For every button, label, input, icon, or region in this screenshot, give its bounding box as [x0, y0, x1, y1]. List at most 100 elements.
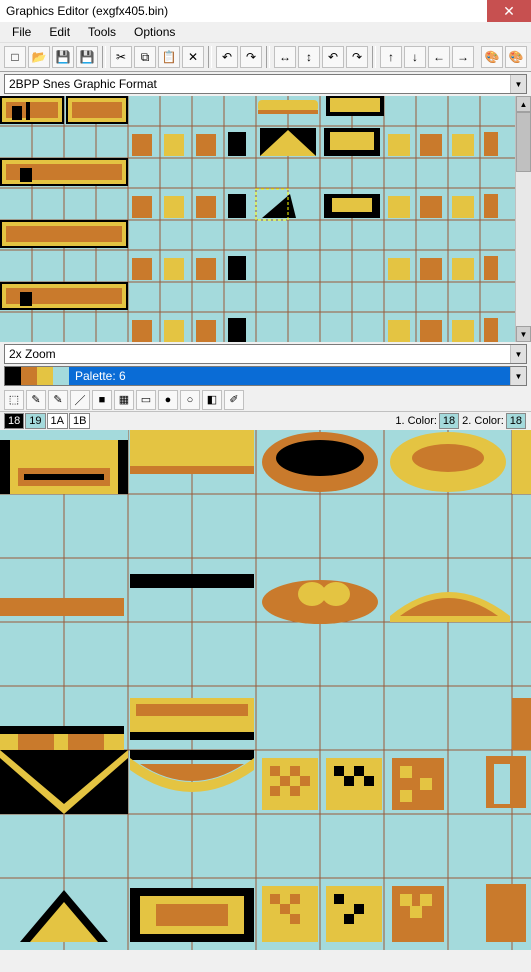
circle-tool[interactable]: ○ — [180, 390, 200, 410]
pencil-tool[interactable]: ✎ — [26, 390, 46, 410]
zoom-value: 2x Zoom — [9, 347, 510, 361]
menu-options[interactable]: Options — [126, 23, 183, 41]
save-icon: 💾 — [56, 50, 71, 64]
primary-color-value: 18 — [439, 413, 459, 429]
redo-icon: ↷ — [246, 50, 256, 64]
zoom-dropdown[interactable]: 2x Zoom ▼ — [4, 344, 527, 364]
palette-b-button[interactable]: 🎨 — [505, 46, 527, 68]
circle-icon: ○ — [187, 394, 194, 406]
arrow-down-icon: ↓ — [412, 50, 418, 64]
palette-label: Palette: 6 — [69, 367, 510, 385]
paste-icon: 📋 — [162, 50, 177, 64]
palette-swatch-0[interactable] — [5, 367, 21, 385]
overview-scrollbar[interactable]: ▲ ▼ — [515, 96, 531, 342]
new-icon: □ — [11, 50, 18, 64]
line-icon: ／ — [75, 392, 86, 408]
copy-icon: ⧉ — [141, 50, 150, 65]
color-index-19[interactable]: 19 — [25, 413, 45, 429]
scroll-thumb[interactable] — [516, 112, 531, 172]
cut-button[interactable]: ✂ — [110, 46, 132, 68]
open-button[interactable]: 📂 — [28, 46, 50, 68]
picker-icon: ✐ — [229, 393, 238, 406]
paste-button[interactable]: 📋 — [158, 46, 180, 68]
separator — [372, 46, 376, 68]
flip-h-button[interactable]: ↔ — [274, 46, 296, 68]
copy-button[interactable]: ⧉ — [134, 46, 156, 68]
chevron-down-icon: ▼ — [510, 345, 526, 363]
color-index-1b[interactable]: 1B — [69, 413, 90, 429]
circle-fill-tool[interactable]: ● — [158, 390, 178, 410]
palette-swatch-3[interactable] — [53, 367, 69, 385]
close-icon: ✕ — [503, 3, 515, 20]
rotate-left-button[interactable]: ↶ — [322, 46, 344, 68]
secondary-color-label: 2. Color: — [462, 415, 504, 427]
rotate-left-icon: ↶ — [328, 50, 338, 64]
rect-icon: ▭ — [141, 393, 151, 406]
scroll-up-icon[interactable]: ▲ — [516, 96, 531, 112]
tile-editor-canvas[interactable] — [0, 430, 531, 950]
menu-edit[interactable]: Edit — [41, 23, 78, 41]
secondary-color-value: 18 — [506, 413, 526, 429]
scroll-down-icon[interactable]: ▼ — [516, 326, 531, 342]
palette-swatch-2[interactable] — [37, 367, 53, 385]
new-button[interactable]: □ — [4, 46, 26, 68]
separator — [208, 46, 212, 68]
close-button[interactable]: ✕ — [487, 0, 531, 22]
eraser-icon: ◧ — [207, 393, 217, 406]
picker-tool[interactable]: ✐ — [224, 390, 244, 410]
palette-a-button[interactable]: 🎨 — [481, 46, 503, 68]
delete-button[interactable]: ✕ — [182, 46, 204, 68]
palette-swatch-1[interactable] — [21, 367, 37, 385]
chevron-down-icon: ▼ — [510, 75, 526, 93]
line-tool[interactable]: ／ — [70, 390, 90, 410]
color-info-readout: 1. Color: 18 2. Color: 18 — [395, 413, 527, 429]
tile-editor-area[interactable] — [0, 430, 531, 950]
circle-fill-icon: ● — [165, 394, 172, 406]
select-tool[interactable]: ⬚ — [4, 390, 24, 410]
menu-tools[interactable]: Tools — [80, 23, 124, 41]
window-title: Graphics Editor (exgfx405.bin) — [6, 4, 487, 18]
primary-color-label: 1. Color: — [395, 415, 437, 427]
menubar: File Edit Tools Options — [0, 22, 531, 42]
redo-button[interactable]: ↷ — [240, 46, 262, 68]
gradient-tool[interactable]: ▦ — [114, 390, 134, 410]
separator — [102, 46, 106, 68]
color-index-1a[interactable]: 1A — [47, 413, 68, 429]
palette-a-icon: 🎨 — [485, 50, 500, 64]
flip-h-icon: ↔ — [279, 50, 291, 64]
arrow-down-button[interactable]: ↓ — [404, 46, 426, 68]
graphic-format-dropdown[interactable]: 2BPP Snes Graphic Format ▼ — [4, 74, 527, 94]
gradient-icon: ▦ — [119, 393, 129, 406]
palette-b-icon: 🎨 — [509, 50, 524, 64]
flip-v-button[interactable]: ↕ — [298, 46, 320, 68]
arrow-up-icon: ↑ — [388, 50, 394, 64]
rect-fill-icon: ■ — [99, 394, 106, 406]
save-as-button[interactable]: 💾 — [76, 46, 98, 68]
menu-file[interactable]: File — [4, 23, 39, 41]
save-button[interactable]: 💾 — [52, 46, 74, 68]
pencil-tool-alt[interactable]: ✎ — [48, 390, 68, 410]
undo-button[interactable]: ↶ — [216, 46, 238, 68]
separator — [266, 46, 270, 68]
tile-overview-canvas[interactable] — [0, 96, 515, 342]
color-index-18[interactable]: 18 — [4, 413, 24, 429]
palette-selector[interactable]: Palette: 6 ▼ — [4, 366, 527, 386]
eraser-tool[interactable]: ◧ — [202, 390, 222, 410]
main-toolbar: □ 📂 💾 💾 ✂ ⧉ 📋 ✕ ↶ ↷ ↔ ↕ ↶ ↷ ↑ ↓ ← → 🎨 🎨 — [0, 42, 531, 72]
rotate-right-icon: ↷ — [352, 50, 362, 64]
color-info-bar: 18 19 1A 1B 1. Color: 18 2. Color: 18 — [0, 412, 531, 430]
arrow-right-icon: → — [457, 50, 469, 64]
pencil-icon: ✎ — [31, 393, 40, 406]
pencil-icon: ✎ — [53, 393, 62, 406]
tile-overview-area[interactable]: ▲ ▼ — [0, 96, 531, 342]
arrow-up-button[interactable]: ↑ — [380, 46, 402, 68]
arrow-right-button[interactable]: → — [452, 46, 474, 68]
undo-icon: ↶ — [222, 50, 232, 64]
rotate-right-button[interactable]: ↷ — [346, 46, 368, 68]
rect-fill-tool[interactable]: ■ — [92, 390, 112, 410]
rect-tool[interactable]: ▭ — [136, 390, 156, 410]
arrow-left-button[interactable]: ← — [428, 46, 450, 68]
drawing-toolbar: ⬚ ✎ ✎ ／ ■ ▦ ▭ ● ○ ◧ ✐ — [0, 388, 531, 412]
flip-v-icon: ↕ — [306, 50, 312, 64]
delete-icon: ✕ — [188, 50, 198, 64]
